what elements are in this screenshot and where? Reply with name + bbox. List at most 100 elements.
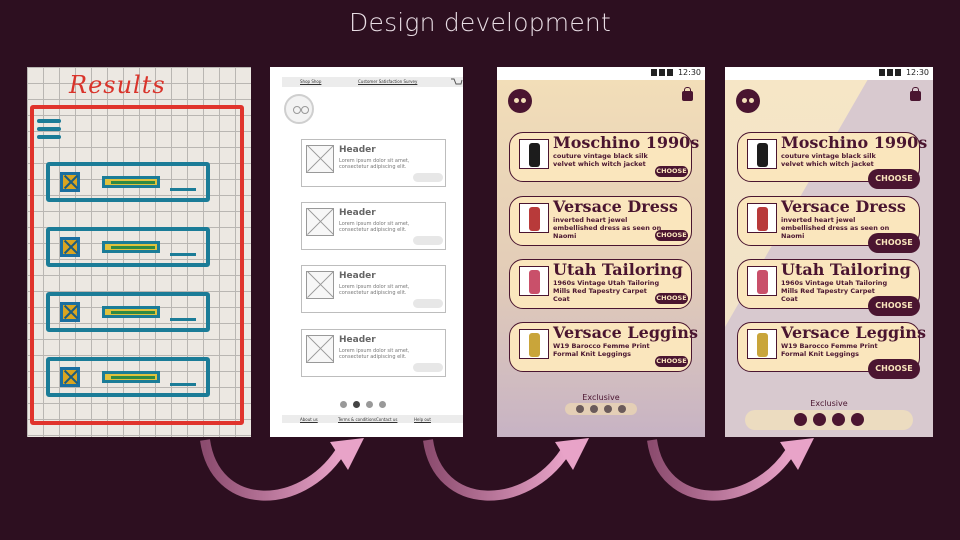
wireframe-card[interactable]: Header Lorem ipsum dolor sit amet, conse…: [301, 202, 446, 250]
page-dot[interactable]: [353, 401, 360, 408]
wireframe-card[interactable]: Header Lorem ipsum dolor sit amet, conse…: [301, 265, 446, 313]
card-button[interactable]: [413, 236, 443, 245]
choose-button[interactable]: CHOOSE: [868, 169, 920, 189]
shopping-bag-icon[interactable]: [682, 87, 693, 101]
wireframe-card[interactable]: Header Lorem ipsum dolor sit amet, conse…: [301, 139, 446, 187]
page-dot[interactable]: [576, 405, 584, 413]
choose-button[interactable]: CHOOSE: [655, 230, 688, 241]
product-name: Moschino 1990s: [553, 133, 700, 152]
page-dot[interactable]: [366, 401, 373, 408]
footer-link[interactable]: Contact us: [376, 417, 397, 422]
status-time: 12:30: [677, 68, 701, 77]
product-card[interactable]: Moschino 1990s couture vintage black sil…: [509, 132, 699, 182]
choose-button[interactable]: CHOOSE: [655, 356, 688, 367]
curved-arrow-icon: [647, 438, 814, 501]
sketch-row: [46, 227, 210, 267]
sketch-menu-icon: [37, 127, 61, 131]
wifi-icon: [879, 69, 885, 76]
product-thumbnail: [747, 329, 777, 359]
product-name: Utah Tailoring: [781, 260, 911, 279]
choose-button[interactable]: CHOOSE: [868, 233, 920, 253]
page-dot[interactable]: [604, 405, 612, 413]
product-name: Versace Dress: [781, 197, 906, 216]
product-card[interactable]: Utah Tailoring 1960s Vintage Utah Tailor…: [737, 259, 920, 316]
page-dot[interactable]: [794, 413, 807, 426]
page-dot[interactable]: [590, 405, 598, 413]
footer-link[interactable]: About us: [300, 417, 318, 422]
mockup-panel-2: 12:30 Moschino 1990s couture vintage bla…: [725, 67, 933, 437]
footer-link[interactable]: Help out: [414, 417, 431, 422]
exclusive-label: Exclusive: [810, 399, 848, 408]
page-dot[interactable]: [832, 413, 845, 426]
sketch-panel: Results: [27, 67, 251, 437]
choose-button[interactable]: CHOOSE: [655, 166, 688, 177]
product-card[interactable]: Versace Leggins W19 Barocco Femme Print …: [509, 322, 698, 372]
page-dot[interactable]: [379, 401, 386, 408]
page-dot[interactable]: [813, 413, 826, 426]
product-card[interactable]: Utah Tailoring 1960s Vintage Utah Tailor…: [509, 259, 692, 309]
battery-icon: [667, 69, 673, 76]
status-time: 12:30: [905, 68, 929, 77]
product-card[interactable]: Versace Dress inverted heart jewel embel…: [737, 196, 920, 253]
product-card[interactable]: Versace Leggins W19 Barocco Femme Print …: [737, 322, 926, 379]
wireframe-card[interactable]: Header Lorem ipsum dolor sit amet, conse…: [301, 329, 446, 377]
sketch-menu-icon: [37, 119, 61, 123]
product-thumbnail: [747, 266, 777, 296]
product-thumbnail: [519, 139, 549, 169]
footer-link[interactable]: Terms & conditions: [338, 417, 376, 422]
shopping-bag-icon[interactable]: [910, 87, 921, 101]
product-card[interactable]: Moschino 1990s couture vintage black sil…: [737, 132, 927, 189]
card-header: Header: [339, 208, 376, 218]
card-header: Header: [339, 145, 376, 155]
choose-button[interactable]: CHOOSE: [655, 293, 688, 304]
choose-button[interactable]: CHOOSE: [868, 359, 920, 379]
signal-icon: [887, 69, 893, 76]
page-dot[interactable]: [340, 401, 347, 408]
sketch-row: [46, 292, 210, 332]
choose-button[interactable]: CHOOSE: [868, 296, 920, 316]
image-placeholder-icon: [306, 335, 334, 363]
signal-icon: [659, 69, 665, 76]
card-button[interactable]: [413, 173, 443, 182]
product-description: W19 Barocco Femme Print Formal Knit Legg…: [553, 342, 650, 358]
card-header: Header: [339, 335, 376, 345]
wireframe-top-link[interactable]: Customer Satisfaction Survey: [358, 79, 417, 84]
product-thumbnail: [519, 203, 549, 233]
image-placeholder-icon: [306, 145, 334, 173]
wireframe-footer: About us Terms & conditions Contact us H…: [282, 415, 463, 423]
sketch-row: [46, 357, 210, 397]
pagination-dots: [745, 410, 913, 430]
card-body: Lorem ipsum dolor sit amet, consectetur …: [339, 284, 410, 296]
pagination-dots: [340, 393, 392, 412]
product-card[interactable]: Versace Dress inverted heart jewel embel…: [509, 196, 692, 246]
product-thumbnail: [747, 203, 777, 233]
exclusive-label: Exclusive: [582, 393, 620, 402]
product-thumbnail: [519, 329, 549, 359]
card-button[interactable]: [413, 299, 443, 308]
profile-avatar[interactable]: [508, 89, 532, 113]
page-dot[interactable]: [851, 413, 864, 426]
card-header: Header: [339, 271, 376, 281]
product-description: inverted heart jewel embellished dress a…: [553, 216, 662, 240]
progress-arrows: [200, 438, 814, 501]
status-bar: 12:30: [497, 67, 705, 80]
product-description: couture vintage black silk velvet which …: [781, 152, 876, 168]
battery-icon: [895, 69, 901, 76]
wireframe-top-link[interactable]: Shop Shop: [300, 79, 321, 84]
product-description: 1960s Vintage Utah Tailoring Mills Red T…: [553, 279, 660, 303]
sketch-menu-icon: [37, 135, 61, 139]
card-button[interactable]: [413, 363, 443, 372]
profile-avatar[interactable]: [736, 89, 760, 113]
card-body: Lorem ipsum dolor sit amet, consectetur …: [339, 348, 410, 360]
product-name: Versace Leggins: [781, 323, 926, 342]
product-description: couture vintage black silk velvet which …: [553, 152, 648, 168]
cart-icon[interactable]: [451, 78, 463, 86]
product-name: Utah Tailoring: [553, 260, 683, 279]
wireframe-avatar[interactable]: [284, 94, 314, 124]
product-name: Versace Dress: [553, 197, 678, 216]
page-dot[interactable]: [618, 405, 626, 413]
product-thumbnail: [519, 266, 549, 296]
pagination-dots: [565, 403, 637, 415]
product-name: Moschino 1990s: [781, 133, 928, 152]
product-name: Versace Leggins: [553, 323, 698, 342]
